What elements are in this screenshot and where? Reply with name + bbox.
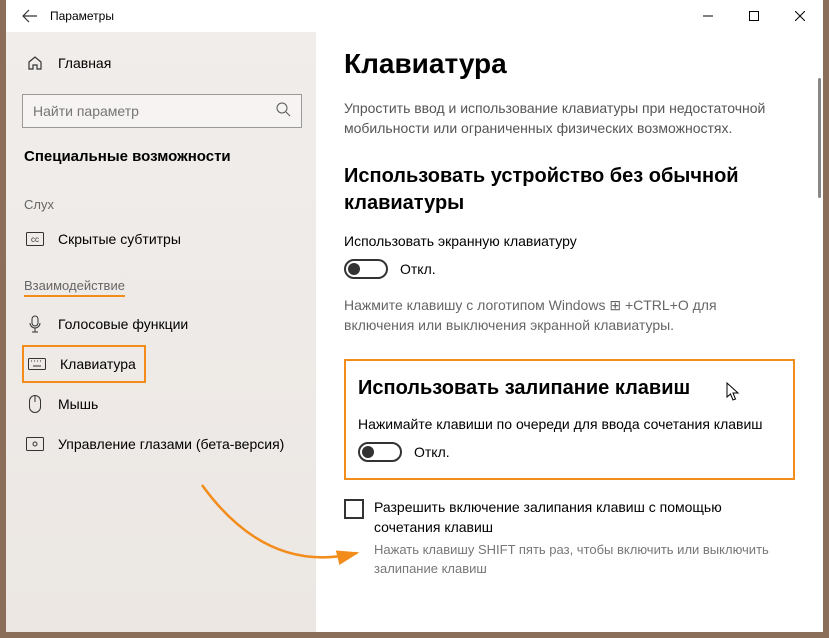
sidebar-item-label: Голосовые функции xyxy=(58,316,188,332)
sidebar-item-mouse[interactable]: Мышь xyxy=(22,385,316,423)
microphone-icon xyxy=(26,315,44,333)
sidebar-item-keyboard[interactable]: Клавиатура xyxy=(22,345,146,383)
maximize-button[interactable] xyxy=(731,0,777,32)
osk-toggle-state: Откл. xyxy=(400,261,436,277)
sidebar-item-label: Управление глазами (бета-версия) xyxy=(58,436,284,452)
sidebar-item-speech[interactable]: Голосовые функции xyxy=(22,305,316,343)
sidebar-item-label: Скрытые субтитры xyxy=(58,231,181,247)
caption-buttons xyxy=(685,0,823,32)
sticky-heading: Использовать залипание клавиш xyxy=(358,375,778,402)
search-icon xyxy=(276,102,292,118)
osk-hint: Нажмите клавишу с логотипом Windows ⊞ +C… xyxy=(344,295,764,336)
sidebar: Главная Специальные возможности Слух cc … xyxy=(6,32,316,632)
home-icon xyxy=(26,55,44,71)
close-button[interactable] xyxy=(777,0,823,32)
home-label: Главная xyxy=(58,55,111,71)
settings-window: Параметры Главная xyxy=(6,0,823,632)
svg-text:cc: cc xyxy=(31,235,39,244)
page-title: Клавиатура xyxy=(344,48,795,80)
titlebar: Параметры xyxy=(6,0,823,32)
search-wrap xyxy=(22,94,302,128)
content-pane: Клавиатура Упростить ввод и использовани… xyxy=(316,32,823,632)
osk-toggle-row: Откл. xyxy=(344,259,795,279)
minimize-button[interactable] xyxy=(685,0,731,32)
scrollbar[interactable] xyxy=(818,78,821,198)
sticky-shortcut-hint: Нажать клавишу SHIFT пять раз, чтобы вкл… xyxy=(374,541,794,577)
mouse-icon xyxy=(26,395,44,413)
sticky-shortcut-checkbox-row: Разрешить включение залипания клавиш с п… xyxy=(344,498,764,537)
sticky-toggle-state: Откл. xyxy=(414,444,450,460)
back-button[interactable] xyxy=(14,8,46,24)
search-input[interactable] xyxy=(22,94,302,128)
osk-heading: Использовать устройство без обычной клав… xyxy=(344,163,764,217)
sticky-toggle-row: Откл. xyxy=(358,442,781,462)
sidebar-item-keyboard-wrap: Клавиатура xyxy=(22,345,316,383)
osk-toggle[interactable] xyxy=(344,259,388,279)
sticky-shortcut-checkbox[interactable] xyxy=(344,499,364,519)
sticky-keys-highlight: Использовать залипание клавиш Нажимайте … xyxy=(344,359,795,480)
sidebar-item-eye-control[interactable]: Управление глазами (бета-версия) xyxy=(22,425,316,463)
sidebar-item-label: Клавиатура xyxy=(60,356,136,372)
sidebar-item-label: Мышь xyxy=(58,396,98,412)
sticky-toggle-label: Нажимайте клавиши по очереди для ввода с… xyxy=(358,416,781,432)
keyboard-icon xyxy=(28,358,46,370)
section-header: Специальные возможности xyxy=(24,148,316,165)
window-title: Параметры xyxy=(46,9,685,23)
captions-icon: cc xyxy=(26,232,44,246)
group-hearing-label: Слух xyxy=(24,197,316,212)
osk-toggle-label: Использовать экранную клавиатуру xyxy=(344,233,795,249)
home-nav[interactable]: Главная xyxy=(22,44,316,82)
eye-control-icon xyxy=(26,437,44,451)
sidebar-item-captions[interactable]: cc Скрытые субтитры xyxy=(22,220,316,258)
group-interaction-label: Взаимодействие xyxy=(24,278,316,297)
page-description: Упростить ввод и использование клавиатур… xyxy=(344,98,774,139)
sticky-shortcut-label: Разрешить включение залипания клавиш с п… xyxy=(374,498,764,537)
sticky-toggle[interactable] xyxy=(358,442,402,462)
